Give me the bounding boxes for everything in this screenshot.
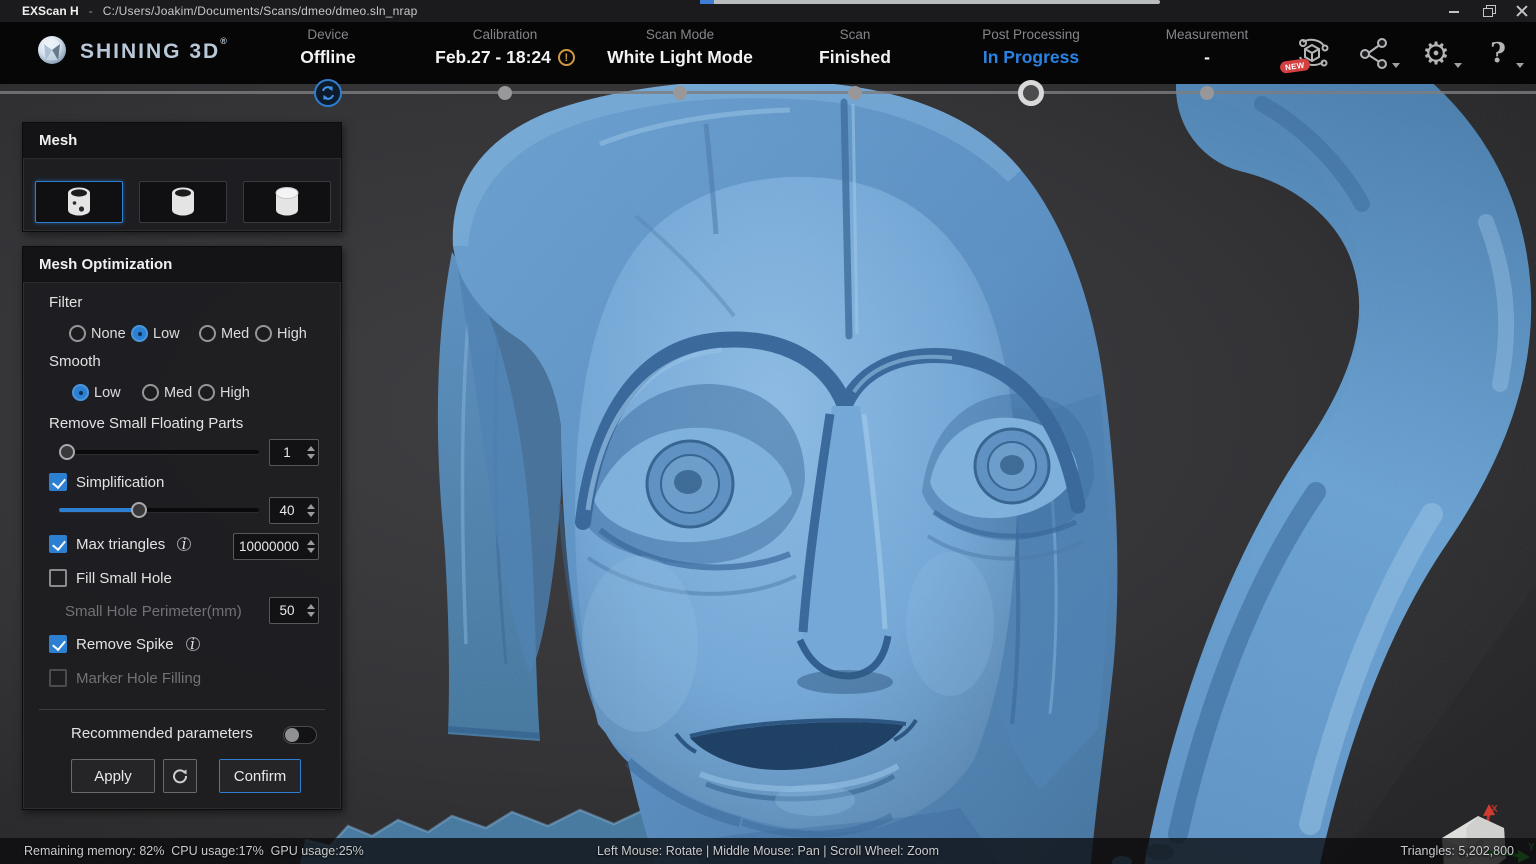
remove-spike-info-icon: i (186, 637, 200, 651)
filter-radio-none[interactable]: None (69, 325, 126, 342)
smooth-radio-med[interactable]: Med (142, 384, 192, 401)
workflow-progress-line (0, 91, 1536, 94)
settings-button[interactable]: ⚙ (1416, 32, 1456, 74)
spinner-arrows[interactable] (304, 534, 318, 559)
remove-small-floating-parts-slider[interactable] (59, 443, 259, 461)
project-file-path: C:/Users/Joakim/Documents/Scans/dmeo/dme… (103, 4, 418, 18)
help-icon: ? (1490, 38, 1506, 69)
mesh-panel: Mesh (22, 122, 342, 232)
smooth-label: Smooth (49, 353, 101, 370)
share-button[interactable] (1354, 32, 1394, 74)
panel-divider (39, 709, 325, 710)
slider-knob[interactable] (131, 502, 147, 518)
apply-button[interactable]: Apply (71, 759, 155, 793)
open-model-button[interactable] (139, 181, 227, 223)
minimize-button[interactable] (1448, 5, 1460, 17)
open-cylinder-icon (170, 186, 196, 218)
refresh-icon (172, 768, 188, 784)
brand-name: SHINING 3D® (80, 36, 229, 64)
max-triangles-checkbox[interactable]: Max triangles i (49, 535, 191, 553)
filter-radio-low[interactable]: Low (131, 325, 180, 342)
slider-knob[interactable] (59, 444, 75, 460)
sync-icon (320, 85, 336, 101)
share-dropdown-caret (1392, 63, 1400, 68)
small-hole-perimeter-label: Small Hole Perimeter(mm) (65, 603, 242, 620)
simplification-spinner[interactable]: 40 (269, 497, 319, 524)
top-nav-bar: SHINING 3D® Device Offline Calibration F… (0, 22, 1536, 84)
gear-icon: ⚙ (1422, 38, 1450, 69)
close-button[interactable] (1516, 5, 1528, 17)
simplification-slider[interactable] (59, 501, 259, 519)
max-triangles-spinner[interactable]: 10000000 (233, 533, 319, 560)
recommended-parameters-toggle[interactable] (283, 726, 317, 744)
marker-hole-filling-checkbox[interactable]: Marker Hole Filling (49, 669, 201, 687)
triangle-count: Triangles: 5,202,800 (1400, 844, 1514, 858)
filter-radio-med[interactable]: Med (199, 325, 249, 342)
help-dropdown-caret (1516, 63, 1524, 68)
smooth-radio-high[interactable]: High (198, 384, 250, 401)
mouse-controls-hint: Left Mouse: Rotate | Middle Mouse: Pan |… (0, 844, 1536, 858)
brand-logo: SHINING 3D® (36, 34, 229, 66)
mesh-optimization-panel: Mesh Optimization Filter None Low Med Hi… (22, 246, 342, 810)
confirm-button[interactable]: Confirm (219, 759, 301, 793)
scan-mode-node[interactable] (673, 86, 687, 100)
model-viewer-button[interactable]: NEW (1292, 32, 1332, 74)
share-icon (1358, 37, 1390, 69)
reset-button[interactable] (163, 759, 197, 793)
settings-dropdown-caret (1454, 63, 1462, 68)
exscan-app-window: X Bottom Y EXScan H - C:/Users/Joakim/Do… (0, 0, 1536, 864)
title-bar: EXScan H - C:/Users/Joakim/Documents/Sca… (0, 0, 1536, 22)
max-triangles-info-icon: i (177, 537, 191, 551)
scan-node[interactable] (848, 86, 862, 100)
fill-small-hole-checkbox[interactable]: Fill Small Hole (49, 569, 172, 587)
closed-cylinder-icon (274, 186, 300, 218)
mesh-panel-header: Mesh (23, 123, 341, 159)
remove-small-floating-parts-label: Remove Small Floating Parts (49, 415, 243, 432)
spinner-arrows[interactable] (304, 598, 318, 623)
remove-small-floating-parts-spinner[interactable]: 1 (269, 439, 319, 466)
title-separator: - (89, 4, 93, 18)
spinner-arrows[interactable] (304, 498, 318, 523)
post-processing-node-active[interactable] (1018, 80, 1044, 106)
recommended-parameters-label: Recommended parameters (71, 725, 253, 742)
measurement-node[interactable] (1200, 86, 1214, 100)
mesh-optimization-title: Mesh Optimization (39, 256, 172, 273)
simplification-checkbox[interactable]: Simplification (49, 473, 164, 491)
new-badge: NEW (1279, 58, 1310, 74)
device-sync-node[interactable] (314, 79, 342, 107)
mesh-optimization-header: Mesh Optimization (23, 247, 341, 283)
small-hole-perimeter-spinner[interactable]: 50 (269, 597, 319, 624)
spinner-arrows[interactable] (304, 440, 318, 465)
filter-radio-high[interactable]: High (255, 325, 307, 342)
watertight-model-button[interactable] (243, 181, 331, 223)
mesh-panel-title: Mesh (39, 132, 77, 149)
filter-label: Filter (49, 294, 82, 311)
help-button[interactable]: ? (1478, 32, 1518, 74)
remove-spike-checkbox[interactable]: Remove Spike i (49, 635, 200, 653)
recording-scrub-bar (700, 0, 1160, 4)
maximize-button[interactable] (1482, 5, 1494, 17)
axis-x-label: X (1491, 804, 1498, 815)
status-bar: Remaining memory: 82% CPU usage:17% GPU … (0, 838, 1536, 864)
shining3d-logo-icon (36, 34, 68, 66)
smooth-radio-low[interactable]: Low (72, 384, 121, 401)
calibration-node[interactable] (498, 86, 512, 100)
unwatertight-model-button[interactable] (35, 181, 123, 223)
unwatertight-cylinder-icon (66, 186, 92, 218)
app-name: EXScan H (22, 4, 79, 18)
